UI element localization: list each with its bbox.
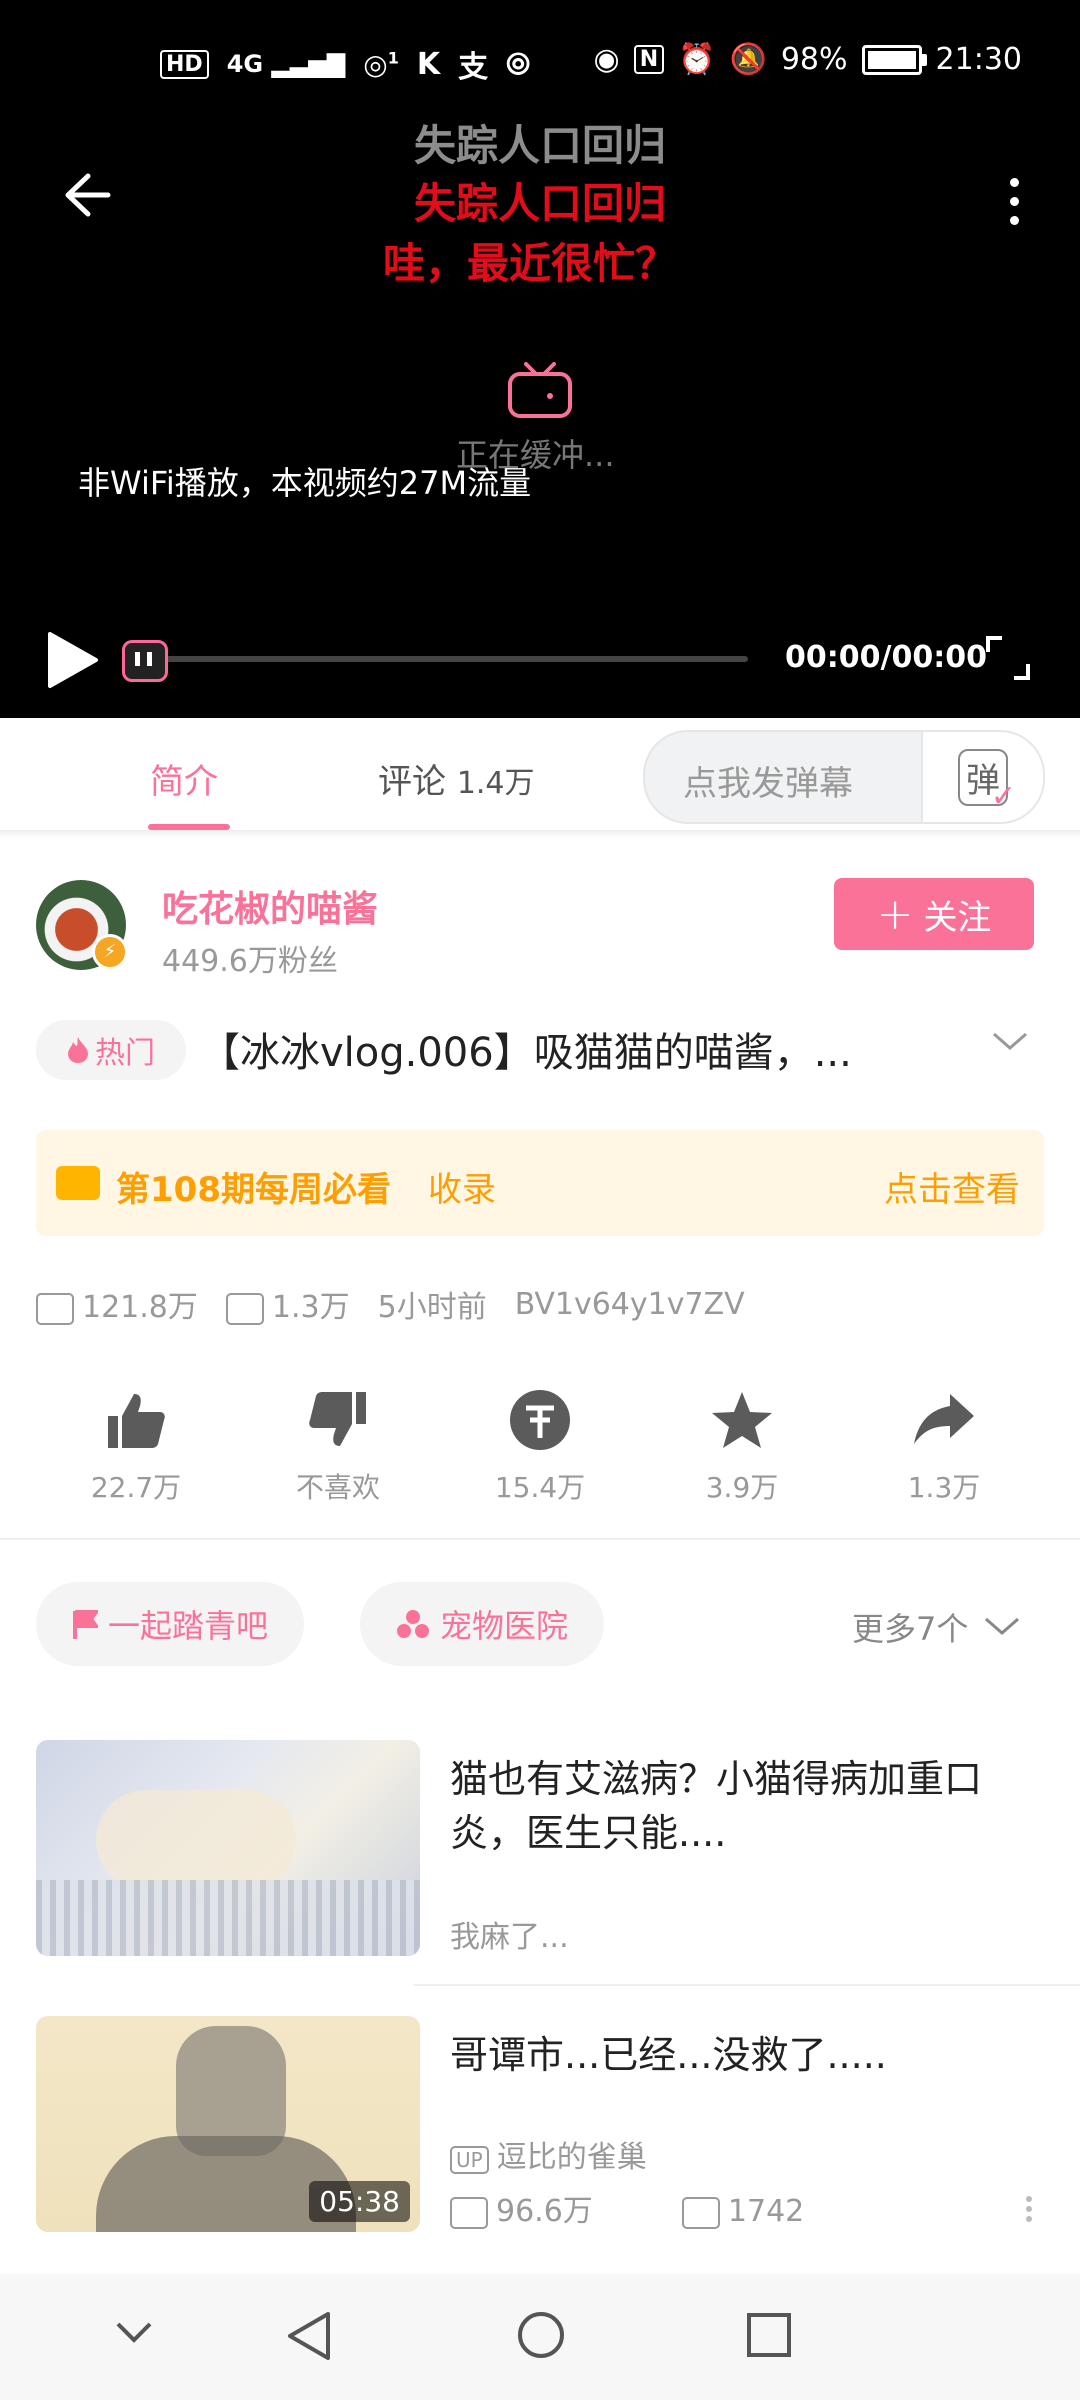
more-options-icon[interactable] — [1026, 2192, 1032, 2226]
plus-icon: + — [876, 888, 914, 940]
follow-button[interactable]: + 关注 — [834, 878, 1034, 950]
views-stat: 121.8万 — [36, 1282, 198, 1326]
weekly-action[interactable]: 点击查看 — [884, 1162, 1020, 1211]
danmaku-icon: 弹 — [958, 748, 1016, 814]
mute-icon: 🔕 — [729, 42, 767, 77]
play-count-icon — [36, 1292, 74, 1325]
progress-track[interactable] — [142, 656, 748, 662]
battery-percent: 98% — [780, 42, 848, 77]
system-nav-bar — [0, 2274, 1080, 2400]
chevron-down-icon[interactable] — [990, 1030, 1030, 1054]
video-thumbnail — [36, 1740, 420, 1956]
action-bar: 22.7万 不喜欢 15.4万 3.9万 1.3万 — [0, 1388, 1080, 1518]
alarm-icon: ⏰ — [678, 42, 716, 77]
hot-badge[interactable]: 热门 — [36, 1020, 186, 1080]
play-count-icon — [450, 2196, 488, 2229]
tab-intro[interactable]: 简介 — [150, 754, 218, 803]
flame-icon — [68, 1037, 88, 1063]
alipay-icon: 支 — [458, 50, 489, 85]
chevron-down-icon[interactable] — [114, 2320, 154, 2346]
uploader-fans: 449.6万粉丝 — [162, 944, 338, 979]
wifi-data-note: 非WiFi播放，本视频约27M流量 — [78, 464, 532, 502]
danmaku-count-icon — [225, 1292, 264, 1325]
video-thumbnail: 05:38 — [36, 2016, 420, 2232]
nfc-icon: N — [633, 45, 665, 74]
player-controls: 00:00/00:00 — [0, 620, 1080, 700]
chevron-down-icon — [985, 1617, 1020, 1635]
danmaku-line: 失踪人口回归 — [413, 121, 666, 170]
recents-square-icon[interactable] — [746, 2312, 792, 2358]
back-triangle-icon[interactable] — [286, 2310, 332, 2362]
bvid: BV1v64y1v7ZV — [514, 1286, 745, 1322]
battery-icon — [861, 44, 927, 75]
danmaku-count-icon — [681, 2196, 720, 2229]
danmaku-line: 哇，最近很忙？ — [382, 239, 677, 288]
danmaku-input[interactable]: 点我发弹幕 弹 — [643, 730, 1045, 824]
home-circle-icon[interactable] — [516, 2310, 566, 2360]
tag-chip[interactable]: 一起踏青吧 — [36, 1582, 305, 1666]
progress-thumb[interactable] — [122, 640, 168, 682]
danmaku-stat: 1.3万 — [225, 1282, 350, 1326]
recommended-title: 哥谭市...已经...没救了..... — [450, 2033, 887, 2077]
coin-button[interactable]: 15.4万 — [460, 1388, 620, 1506]
dislike-button[interactable]: 不喜欢 — [258, 1388, 418, 1506]
weekly-title: 第108期每周必看 — [116, 1170, 391, 1210]
thumbs-up-icon — [108, 1394, 165, 1448]
hotspot-icon: ◎1 — [363, 47, 399, 81]
status-bar: HD 4G ▂▃▅▇ ◎1 K 支 ⦾ ◉ N ⏰ 🔕 98% 21:30 — [0, 42, 1080, 90]
thumbs-down-icon — [309, 1392, 366, 1446]
more-tags-button[interactable]: 更多7个 — [852, 1604, 1022, 1650]
favorite-button[interactable]: 3.9万 — [662, 1388, 822, 1506]
up-badge-icon: UP — [450, 2146, 489, 2174]
time-display: 00:00/00:00 — [785, 640, 987, 675]
tab-shadow — [0, 830, 1080, 838]
share-icon — [914, 1394, 974, 1444]
eye-icon: ◉ — [593, 42, 620, 77]
weekly-banner[interactable]: 第108期每周必看 收录 点击查看 — [36, 1130, 1044, 1236]
hd-icon: HD — [160, 49, 209, 79]
like-button[interactable]: 22.7万 — [56, 1388, 216, 1506]
verified-badge-icon: ⚡ — [92, 934, 128, 970]
calendar-icon — [56, 1166, 100, 1200]
share-button[interactable]: 1.3万 — [864, 1388, 1024, 1506]
list-divider — [414, 1984, 1080, 1986]
uploader-line: UP 逗比的雀巢 — [450, 2132, 647, 2176]
play-icon[interactable] — [44, 630, 100, 690]
recommended-video[interactable]: 05:38 哥谭市...已经...没救了..... UP 逗比的雀巢 96.6万 … — [36, 2016, 1044, 2232]
video-title[interactable]: 【冰冰vlog.006】吸猫猫的喵酱，... — [200, 1020, 970, 1078]
flag-icon — [73, 1610, 98, 1639]
danmaku-placeholder: 点我发弹幕 — [683, 764, 853, 804]
app-k-icon: K — [416, 46, 441, 82]
signal-icon: 4G ▂▃▅▇ — [226, 50, 346, 78]
tag-chip[interactable]: 宠物医院 — [360, 1582, 605, 1666]
tv-icon — [508, 362, 572, 418]
tab-comments[interactable]: 评论 1.4万 — [378, 754, 535, 803]
star-icon — [712, 1392, 772, 1448]
uploader-name[interactable]: 吃花椒的喵酱 — [162, 880, 378, 932]
fullscreen-icon[interactable] — [984, 634, 1032, 682]
tab-bar: 简介 评论 1.4万 点我发弹幕 弹 — [0, 718, 1080, 830]
app-notify-icon: ⦾ — [506, 46, 531, 82]
recommended-subtitle: 我麻了... — [450, 1920, 569, 1955]
danmaku-line: 失踪人口回归 — [413, 179, 666, 228]
weekly-suffix: 收录 — [428, 1170, 496, 1210]
video-duration: 05:38 — [309, 2181, 410, 2222]
recommended-video[interactable]: 猫也有艾滋病？小猫得病加重口炎，医生只能.... 我麻了... — [36, 1740, 1044, 1956]
coin-icon — [510, 1390, 570, 1450]
clock: 21:30 — [935, 42, 1022, 77]
video-player[interactable]: HD 4G ▂▃▅▇ ◎1 K 支 ⦾ ◉ N ⏰ 🔕 98% 21:30 失踪… — [0, 0, 1080, 718]
community-icon — [397, 1610, 429, 1638]
posted-time: 5小时前 — [377, 1290, 487, 1325]
recommended-title: 猫也有艾滋病？小猫得病加重口炎，医生只能.... — [450, 1757, 983, 1855]
recommended-stats: 96.6万 1742 — [450, 2186, 804, 2230]
video-stats: 121.8万 1.3万 5小时前 BV1v64y1v7ZV — [36, 1282, 745, 1326]
section-divider — [0, 1538, 1080, 1540]
danmaku-toggle-button[interactable]: 弹 — [921, 732, 1043, 822]
